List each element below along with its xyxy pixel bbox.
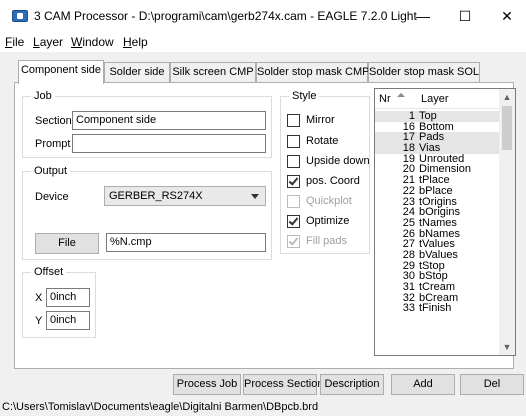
checkbox-label: Fill pads — [306, 235, 347, 247]
offset-x-label: X — [35, 292, 43, 304]
menu-help-accel: H — [123, 35, 132, 49]
scroll-down-icon[interactable]: ▼ — [499, 339, 515, 355]
menu-file-label: ile — [12, 35, 25, 49]
section-input[interactable]: Component side — [72, 111, 266, 130]
checkmark-icon — [288, 175, 299, 186]
menu-help-label: elp — [131, 35, 148, 49]
layer-list-scrollbar[interactable]: ▲ ▼ — [499, 89, 515, 355]
title-bar[interactable]: 3 CAM Processor - D:\programi\cam\gerb27… — [0, 0, 526, 32]
menu-layer[interactable]: Layer — [33, 35, 63, 49]
menu-layer-accel: L — [33, 35, 40, 49]
menu-help[interactable]: Help — [123, 35, 148, 49]
offset-x-input[interactable]: 0inch — [46, 288, 90, 307]
layer-row[interactable]: 25 tNames — [375, 217, 501, 229]
prompt-input[interactable] — [72, 134, 266, 153]
scroll-thumb[interactable] — [502, 106, 512, 150]
offset-y-input[interactable]: 0inch — [46, 311, 90, 330]
layer-list-header: Nr Layer — [375, 89, 501, 109]
add-button[interactable]: Add — [391, 374, 455, 395]
tab-silk-screen-cmp[interactable]: Silk screen CMP — [170, 62, 256, 82]
cam-processor-window: 3 CAM Processor - D:\programi\cam\gerb27… — [0, 0, 526, 416]
layer-list[interactable]: Nr Layer 1 Top 16 Bottom 17 Pads 18 Vias 19 Unrou… — [374, 88, 516, 356]
col-nr-header[interactable]: Nr — [379, 93, 391, 105]
status-bar-path: C:\Users\Tomislav\Documents\eagle\Digita… — [2, 401, 319, 413]
style-group-title: Style — [289, 90, 320, 102]
layer-nr: 33 — [402, 302, 415, 315]
checkbox-box[interactable] — [287, 215, 300, 228]
process-job-button[interactable]: Process Job — [173, 374, 241, 395]
checkmark-icon — [288, 215, 299, 226]
tab-component-side[interactable]: Component side — [18, 60, 104, 84]
tab-solder-stop-mask-sol[interactable]: Solder stop mask SOL — [368, 62, 480, 82]
checkbox-box[interactable] — [287, 175, 300, 188]
checkbox-box — [287, 235, 300, 248]
checkbox-label: Mirror — [306, 114, 335, 126]
checkbox-box[interactable] — [287, 114, 300, 127]
close-button[interactable]: ✕ — [492, 4, 522, 28]
minimize-button[interactable]: — — [408, 4, 438, 28]
device-select-value: GERBER_RS274X — [109, 190, 203, 202]
job-group-title: Job — [31, 90, 55, 102]
layer-rows: 1 Top 16 Bottom 17 Pads 18 Vias 19 Unrouted 20 Dime… — [375, 111, 501, 314]
menu-file[interactable]: File — [5, 35, 24, 49]
checkbox-label: pos. Coord — [306, 175, 360, 187]
device-select[interactable]: GERBER_RS274X — [104, 186, 266, 206]
col-layer-header[interactable]: Layer — [421, 93, 449, 105]
checkbox-box[interactable] — [287, 135, 300, 148]
file-button[interactable]: File — [35, 233, 99, 254]
menu-layer-label: ayer — [39, 35, 64, 49]
output-group-title: Output — [31, 165, 71, 177]
layer-row[interactable]: 22 bPlace — [375, 185, 501, 197]
layer-row[interactable]: 33 tFinish — [375, 303, 501, 314]
menu-window-accel: W — [71, 35, 83, 49]
scroll-up-icon[interactable]: ▲ — [499, 89, 515, 105]
layer-name: tFinish — [419, 302, 452, 315]
checkbox-label: Rotate — [306, 135, 339, 147]
chevron-down-icon — [251, 194, 259, 199]
process-section-button[interactable]: Process Section — [243, 374, 323, 395]
checkbox-box[interactable] — [287, 155, 300, 168]
checkmark-icon — [288, 235, 299, 246]
eagle-app-icon — [12, 10, 28, 22]
maximize-button[interactable]: ☐ — [450, 4, 480, 28]
checkbox-box — [287, 195, 300, 208]
offset-group-title: Offset — [31, 266, 67, 278]
menu-window[interactable]: Window — [71, 35, 114, 49]
checkbox-label: Quickplot — [306, 195, 352, 207]
description-button[interactable]: Description — [320, 374, 384, 395]
device-label: Device — [35, 191, 69, 203]
window-title: 3 CAM Processor - D:\programi\cam\gerb27… — [34, 9, 417, 23]
del-button[interactable]: Del — [460, 374, 524, 395]
checkbox-label: Upside down — [306, 155, 370, 167]
section-label: Section — [35, 115, 72, 127]
sort-up-icon — [397, 93, 405, 97]
checkbox-label: Optimize — [306, 215, 350, 227]
menu-bar: File Layer Window Help — [0, 32, 526, 52]
menu-window-label: indow — [82, 35, 114, 49]
prompt-label: Prompt — [35, 138, 71, 150]
file-input[interactable]: %N.cmp — [106, 233, 266, 252]
tab-solder-stop-mask-cmp[interactable]: Solder stop mask CMP — [256, 62, 369, 82]
tab-solder-side[interactable]: Solder side — [104, 62, 170, 82]
offset-y-label: Y — [35, 315, 43, 327]
